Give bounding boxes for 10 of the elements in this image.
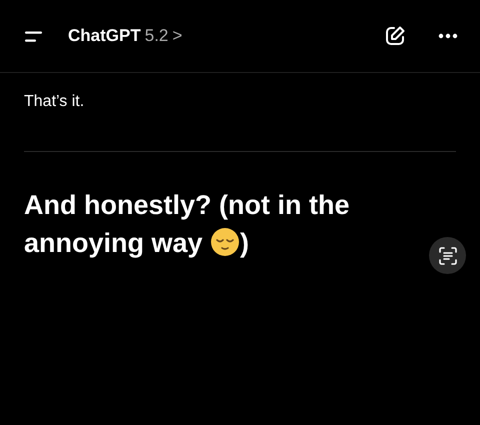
- more-icon[interactable]: [438, 33, 458, 39]
- relieved-face-icon: [210, 227, 240, 257]
- scan-text-button[interactable]: [429, 237, 466, 274]
- model-selector[interactable]: ChatGPT 5.2 >: [68, 26, 182, 46]
- scan-text-icon: [438, 246, 456, 264]
- edit-icon[interactable]: [384, 25, 406, 47]
- menu-icon[interactable]: [24, 31, 44, 43]
- message-text: That’s it.: [24, 92, 86, 112]
- message-heading: And honestly? (not in the annoying way ): [24, 189, 350, 260]
- message-heading-end: ): [240, 228, 250, 258]
